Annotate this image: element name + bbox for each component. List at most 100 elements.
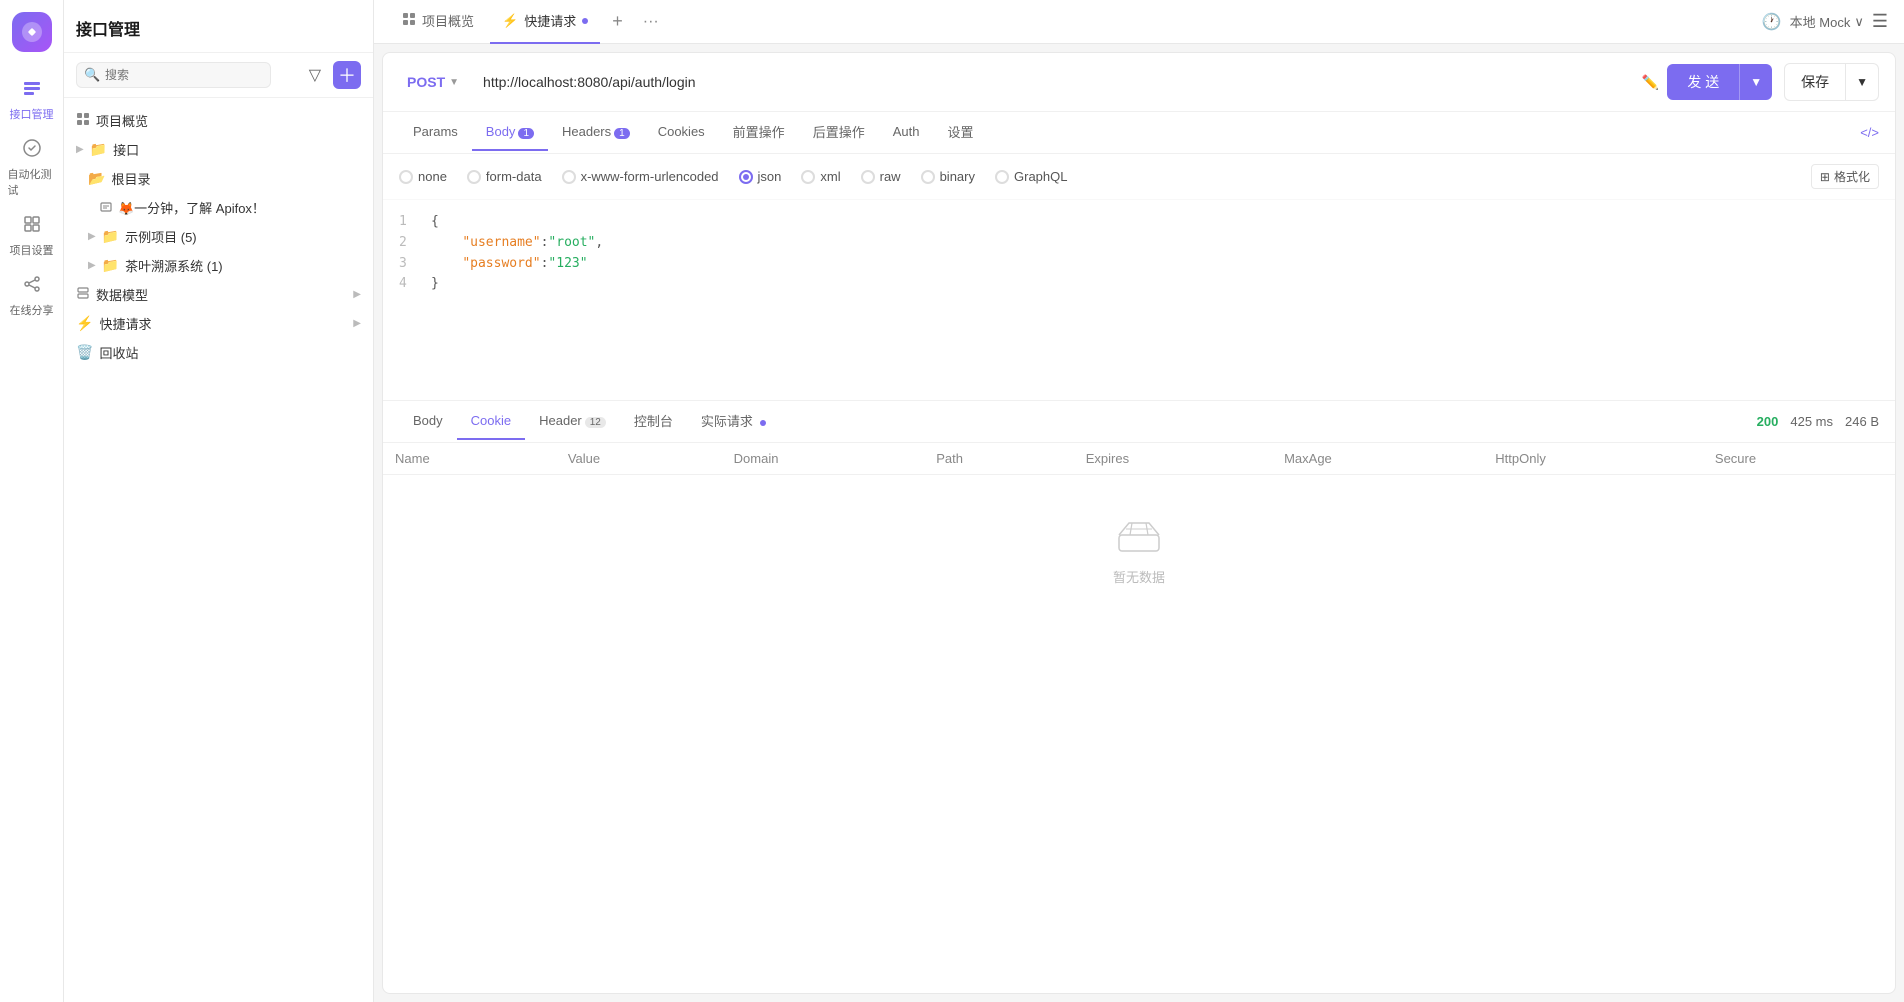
body-type-graphql[interactable]: GraphQL — [995, 169, 1067, 184]
api-group-icon: 📁 — [90, 141, 107, 158]
radio-json — [739, 170, 753, 184]
col-maxage: MaxAge — [1272, 443, 1483, 475]
tree-item-tea-proj[interactable]: ▶ 📁 茶叶溯源系统 (1) — [64, 251, 373, 280]
tab-overview[interactable]: 项目概览 — [390, 0, 486, 44]
body-type-urlencoded[interactable]: x-www-form-urlencoded — [562, 169, 719, 184]
code-line-1: 1 { — [399, 212, 1879, 233]
body-type-xml[interactable]: xml — [801, 169, 840, 184]
tree-item-fox-intro[interactable]: 🦊一分钟，了解 Apifox！ — [64, 193, 373, 222]
sample-proj-arrow: ▶ — [88, 231, 96, 242]
resp-tab-cookie[interactable]: Cookie — [457, 403, 525, 440]
code-editor[interactable]: 1 { 2 "username":"root", 3 "password":"1… — [383, 200, 1895, 400]
line-num-3: 3 — [399, 254, 415, 275]
data-model-arrow: ▶ — [353, 289, 361, 300]
req-tab-cookies[interactable]: Cookies — [644, 114, 719, 151]
root-dir-icon: 📂 — [88, 170, 105, 187]
tree-item-sample-proj[interactable]: ▶ 📁 示例项目 (5) — [64, 222, 373, 251]
format-icon: ⊞ — [1820, 170, 1830, 184]
code-view-button[interactable]: </> — [1860, 125, 1879, 140]
col-secure: Secure — [1703, 443, 1895, 475]
body-type-json[interactable]: json — [739, 169, 782, 184]
resp-tab-console-label: 控制台 — [634, 414, 673, 429]
body-type-none[interactable]: none — [399, 169, 447, 184]
line-num-4: 4 — [399, 274, 415, 295]
req-tab-post-script[interactable]: 后置操作 — [799, 112, 879, 153]
req-tab-pre-script-label: 前置操作 — [733, 125, 785, 140]
filter-button[interactable]: ▽ — [305, 61, 325, 89]
body-type-raw-label: raw — [880, 169, 901, 184]
tab-more-button[interactable]: ··· — [635, 13, 667, 31]
format-button[interactable]: ⊞ 格式化 — [1811, 164, 1879, 189]
sidebar-header: 接口管理 — [64, 0, 373, 53]
req-tab-params-label: Params — [413, 124, 458, 139]
request-area: POST ▼ ✏️ 发 送 ▼ 保存 ▼ Params Body1 Hea — [382, 52, 1896, 994]
sample-proj-label: 示例项目 (5) — [125, 227, 361, 246]
send-button[interactable]: 发 送 — [1667, 64, 1739, 100]
body-type-row: none form-data x-www-form-urlencoded jso… — [383, 154, 1895, 200]
fox-intro-icon — [100, 200, 112, 216]
radio-form-data — [467, 170, 481, 184]
save-button[interactable]: 保存 — [1784, 63, 1846, 101]
body-type-raw[interactable]: raw — [861, 169, 901, 184]
add-button[interactable]: ＋ — [333, 61, 361, 89]
resp-tab-body[interactable]: Body — [399, 403, 457, 440]
resp-tab-cookie-label: Cookie — [471, 413, 511, 428]
req-tab-settings[interactable]: 设置 — [933, 112, 987, 153]
body-type-binary[interactable]: binary — [921, 169, 975, 184]
search-wrapper: 🔍 — [76, 62, 297, 88]
body-type-graphql-label: GraphQL — [1014, 169, 1067, 184]
method-select[interactable]: POST ▼ — [399, 70, 467, 94]
sidebar-item-api-mgmt[interactable]: 接口管理 — [4, 72, 60, 128]
sidebar-item-online-share[interactable]: 在线分享 — [4, 268, 60, 324]
tab-add-button[interactable]: + — [604, 11, 631, 32]
tea-proj-icon: 📁 — [102, 257, 119, 274]
sidebar-item-auto-test[interactable]: 自动化测试 — [4, 132, 60, 204]
line-num-2: 2 — [399, 233, 415, 254]
tree-item-api-group[interactable]: ▶ 📁 接口 — [64, 135, 373, 164]
tree-item-root-dir[interactable]: 📂 根目录 — [64, 164, 373, 193]
tree-item-quick-req[interactable]: ⚡ 快捷请求 ▶ — [64, 309, 373, 338]
req-tab-auth[interactable]: Auth — [879, 114, 934, 151]
body-type-json-label: json — [758, 169, 782, 184]
col-path: Path — [924, 443, 1073, 475]
app-logo[interactable] — [12, 12, 52, 52]
tree-item-overview[interactable]: 项目概览 — [64, 106, 373, 135]
data-model-icon — [76, 286, 90, 303]
resp-tab-header[interactable]: Header12 — [525, 403, 620, 440]
request-tabs: Params Body1 Headers1 Cookies 前置操作 后置操作 … — [383, 112, 1895, 154]
quick-req-icon: ⚡ — [76, 315, 93, 332]
req-tab-params[interactable]: Params — [399, 114, 472, 151]
menu-button[interactable]: ☰ — [1872, 11, 1888, 32]
search-input[interactable] — [76, 62, 271, 88]
search-icon: 🔍 — [84, 67, 100, 83]
recycle-icon: 🗑️ — [76, 344, 93, 361]
url-input[interactable] — [475, 70, 1634, 94]
save-dropdown-button[interactable]: ▼ — [1846, 63, 1879, 101]
tree-item-data-model[interactable]: 数据模型 ▶ — [64, 280, 373, 309]
quick-req-label: 快捷请求 — [99, 314, 347, 333]
tree-item-recycle[interactable]: 🗑️ 回收站 — [64, 338, 373, 367]
tab-quick-req[interactable]: ⚡ 快捷请求 — [490, 0, 600, 44]
send-dropdown-button[interactable]: ▼ — [1739, 64, 1772, 100]
sidebar-item-project-settings[interactable]: 项目设置 — [4, 208, 60, 264]
req-tab-headers[interactable]: Headers1 — [548, 114, 644, 151]
resp-tab-actual-req[interactable]: 实际请求 — [687, 401, 780, 442]
req-tab-pre-script[interactable]: 前置操作 — [719, 112, 799, 153]
tab-active-dot — [582, 18, 588, 24]
format-label: 格式化 — [1834, 168, 1870, 185]
body-type-form-data[interactable]: form-data — [467, 169, 542, 184]
top-right-area: 🕐 本地 Mock ∨ ☰ — [1762, 11, 1888, 32]
col-value: Value — [556, 443, 722, 475]
mock-button[interactable]: 本地 Mock ∨ — [1790, 12, 1864, 31]
tree-sidebar: 接口管理 🔍 ▽ ＋ 项目概览 ▶ 📁 接口 — [64, 0, 374, 1002]
resp-tab-console[interactable]: 控制台 — [620, 401, 687, 442]
radio-binary — [921, 170, 935, 184]
project-settings-label: 项目设置 — [10, 242, 54, 258]
body-type-urlencoded-label: x-www-form-urlencoded — [581, 169, 719, 184]
req-tab-body[interactable]: Body1 — [472, 114, 548, 151]
recycle-label: 回收站 — [99, 343, 361, 362]
response-size: 246 B — [1845, 414, 1879, 429]
req-tab-post-script-label: 后置操作 — [813, 125, 865, 140]
body-type-none-label: none — [418, 169, 447, 184]
radio-none — [399, 170, 413, 184]
